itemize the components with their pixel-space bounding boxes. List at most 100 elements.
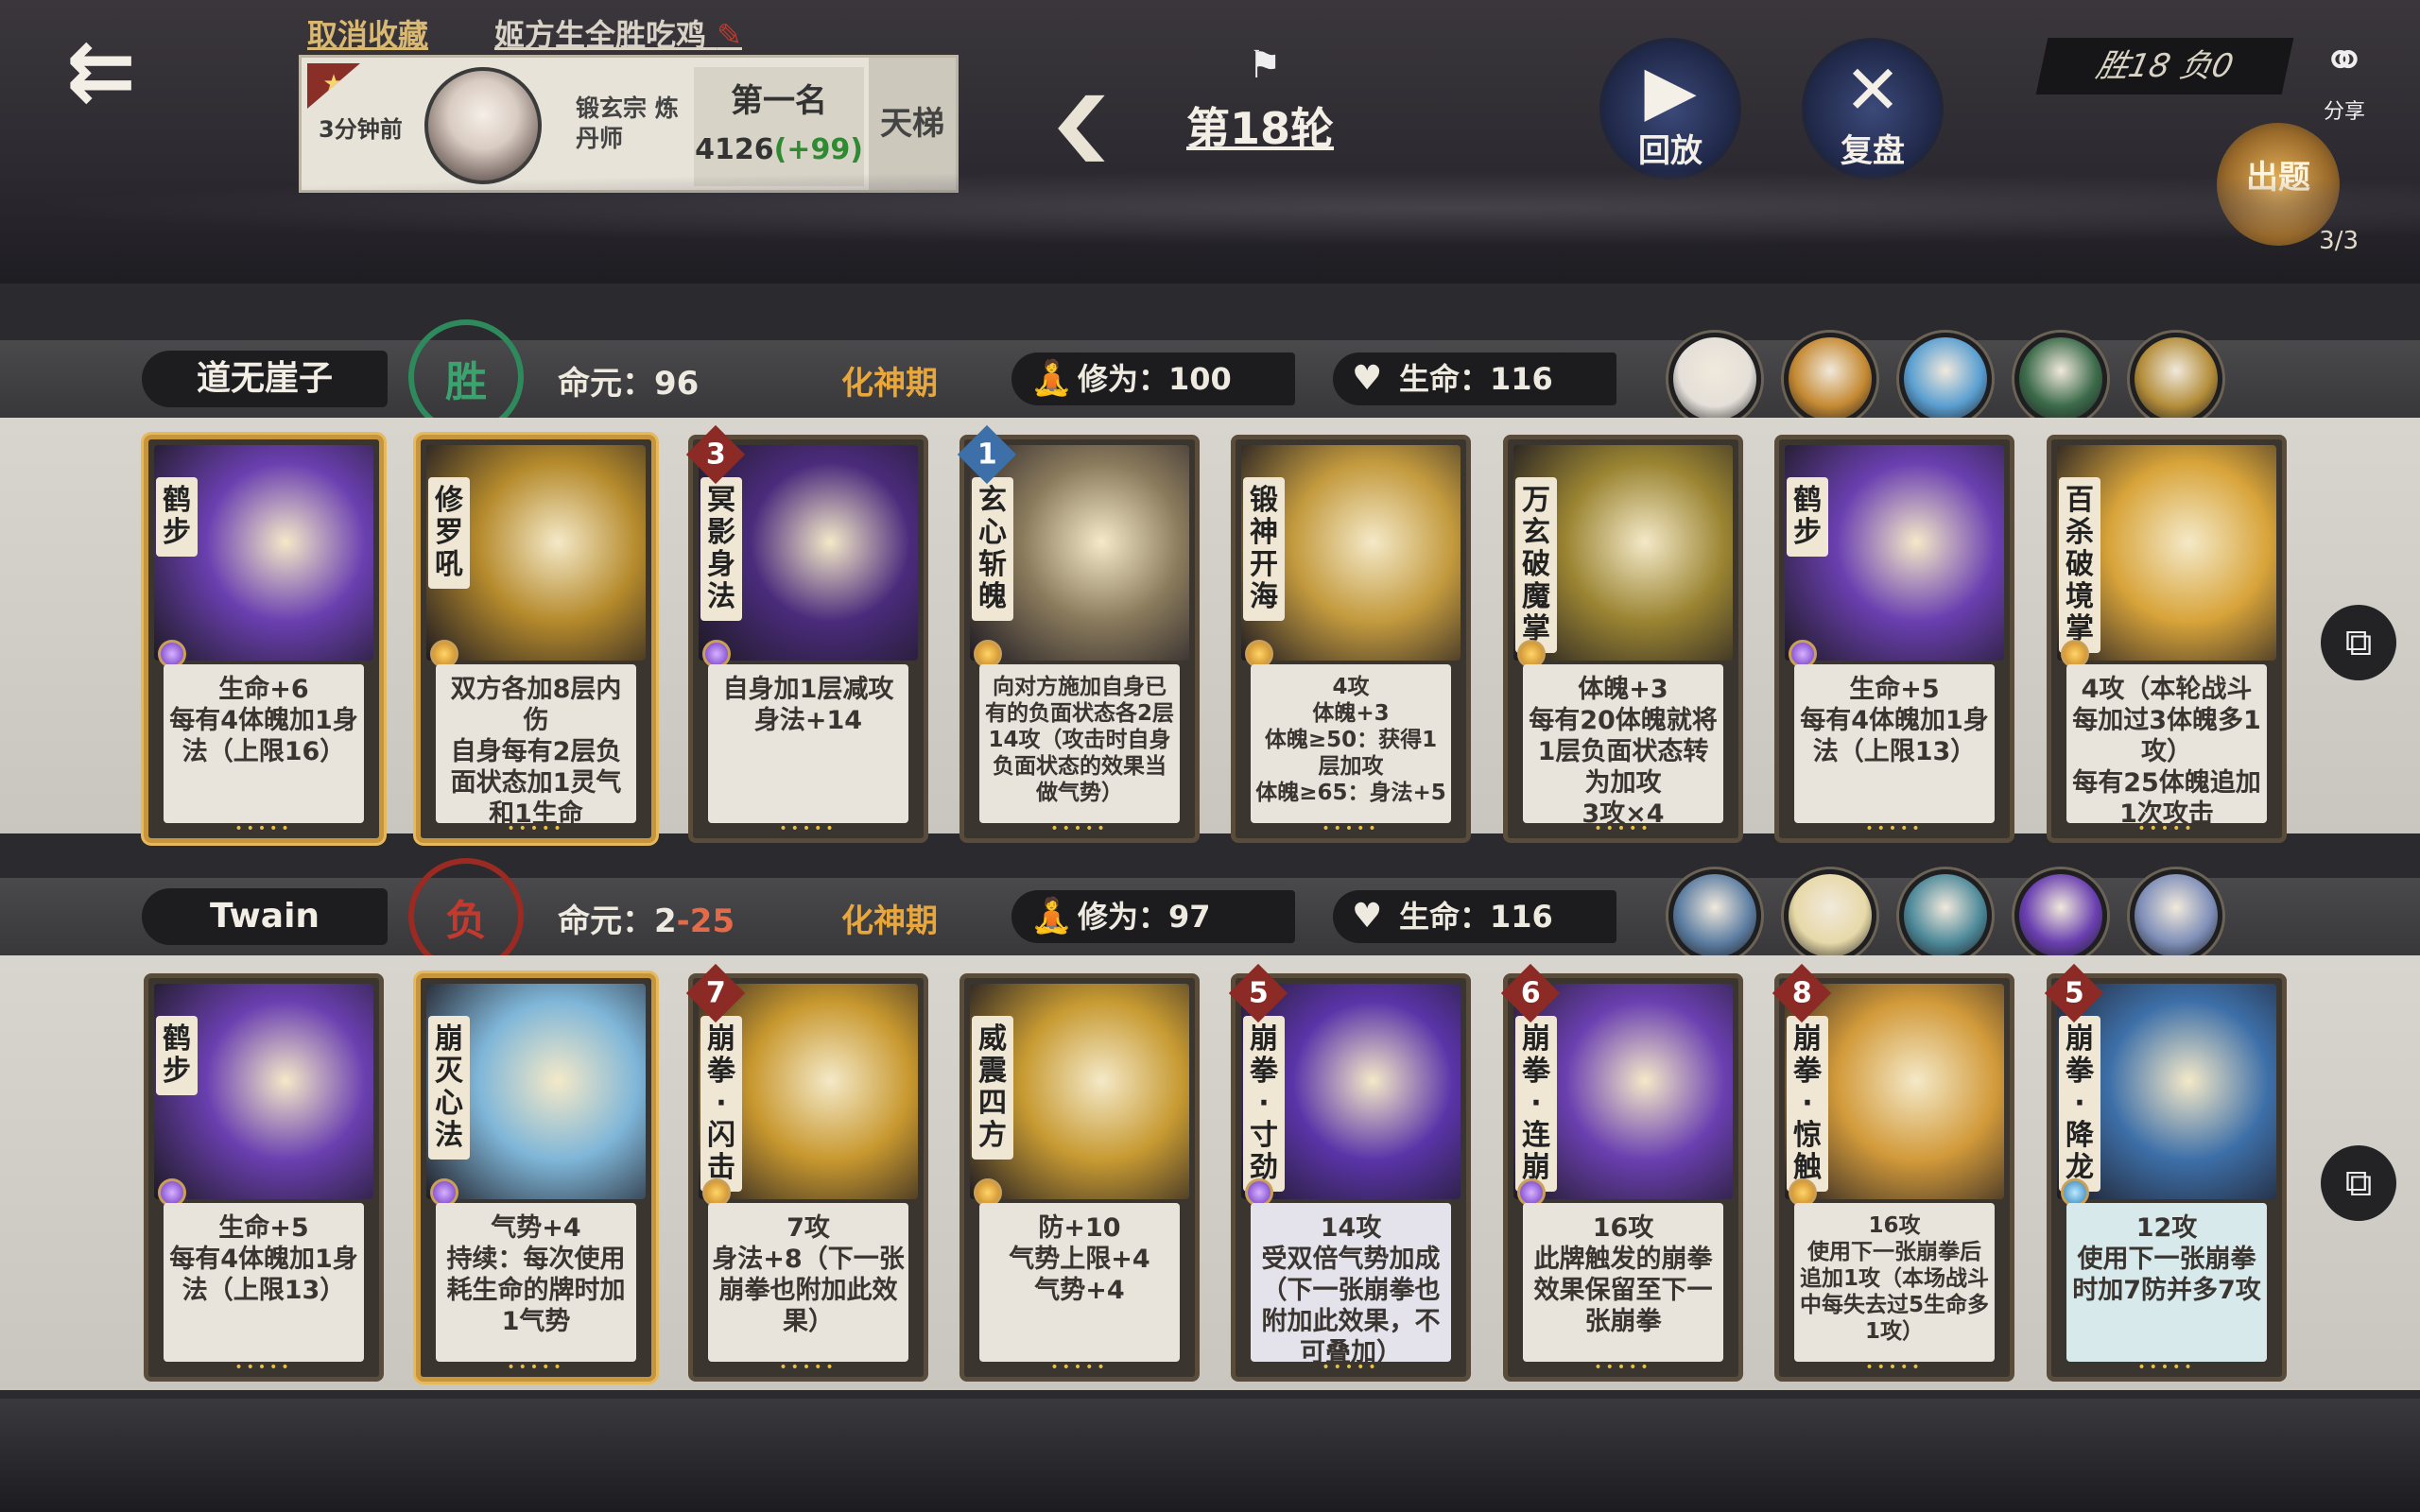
card[interactable]: 崩拳 · 连崩 6 16攻 此牌触发的崩拳效果保留至下一张崩拳 ••••• <box>1500 963 1743 1382</box>
companion-avatar[interactable] <box>1899 333 1992 425</box>
card-description: 向对方施加自身已有的负面状态各2层 14攻（攻击时自身负面状态的效果当做气势） <box>979 664 1180 823</box>
card-description: 生命+6 每有4体魄加1身法（上限16） <box>164 664 364 823</box>
player2-hp-label: 生命： <box>1399 899 1491 935</box>
card-name: 冥影身法 <box>700 477 742 621</box>
card-name: 百杀破境掌 <box>2059 477 2100 653</box>
card-level-dots: ••••• <box>507 821 565 836</box>
companion-avatar[interactable] <box>1899 869 1992 962</box>
companion-avatar[interactable] <box>2014 333 2107 425</box>
card-cost: 5 <box>1248 976 1269 1009</box>
player1-life: 命元：96 <box>558 357 699 404</box>
card[interactable]: 万玄破魔掌体魄+3 每有20体魄就将1层负面状态转为加攻 3攻×4 ••••• <box>1503 435 1743 843</box>
card-level-dots: ••••• <box>1050 821 1109 836</box>
player2-life-value: 2 <box>654 902 677 940</box>
companion-avatar[interactable] <box>2130 333 2222 425</box>
player2-cult-label: 修为： <box>1078 899 1169 935</box>
companion-avatar[interactable] <box>1784 333 1876 425</box>
card[interactable]: 鹤步生命+6 每有4体魄加1身法（上限16） ••••• <box>144 435 384 843</box>
card-description: 双方各加8层内伤 自身每有2层负面状态加1灵气和1生命 <box>436 664 636 823</box>
card-name: 鹤步 <box>1787 477 1828 557</box>
card-level-dots: ••••• <box>1594 1360 1652 1375</box>
battle-time: 3分钟前 <box>319 116 403 143</box>
player1-hp: ♥ 生命：116 <box>1333 352 1616 405</box>
card[interactable]: 百杀破境掌 4攻（本轮战斗每加过3体魄多1攻） 每有25体魄追加1次攻击 ••••• <box>2047 435 2287 843</box>
card[interactable]: 崩灭心法气势+4 持续：每次使用耗生命的牌时加1气势 ••••• <box>416 973 656 1382</box>
companion-avatar[interactable] <box>1668 869 1761 962</box>
mode-ladder: 天梯 <box>869 58 956 190</box>
match-name-link[interactable]: 姬方生全胜吃鸡 ✎ <box>494 11 742 55</box>
replay-label: 回放 <box>1638 132 1703 170</box>
copy-deck-icon[interactable]: ⧉ <box>2321 605 2396 680</box>
player1-life-value: 96 <box>654 365 700 403</box>
card-description: 防+10 气势上限+4 气势+4 <box>979 1203 1180 1362</box>
card-description: 12攻 使用下一张崩拳时加7防并多7攻 <box>2066 1203 2267 1362</box>
card[interactable]: 崩拳 · 降龙 5 12攻 使用下一张崩拳时加7防并多7攻 ••••• <box>2044 963 2287 1382</box>
companion-avatar[interactable] <box>2130 869 2222 962</box>
card-level-dots: ••••• <box>1322 821 1380 836</box>
back-arrow-icon[interactable]: ⇇ <box>66 28 189 113</box>
card[interactable]: 威震四方防+10 气势上限+4 气势+4 ••••• <box>959 973 1200 1382</box>
card[interactable]: 修罗吼双方各加8层内伤 自身每有2层负面状态加1灵气和1生命 ••••• <box>416 435 656 843</box>
meditation-icon: 🧘 <box>1030 359 1073 398</box>
companion-avatar[interactable] <box>1784 869 1876 962</box>
card[interactable]: 玄心斩魄 1 向对方施加自身已有的负面状态各2层 14攻（攻击时自身负面状态的效果当… <box>957 424 1200 843</box>
card[interactable]: 崩拳 · 闪击 7 7攻 身法+8（下一张崩拳也附加此效果） ••••• <box>685 963 928 1382</box>
player1-companions <box>1668 333 2222 425</box>
round-label[interactable]: 第18轮 <box>1186 94 1334 157</box>
top-links: 取消收藏 姬方生全胜吃鸡 ✎ <box>307 11 742 55</box>
heart-icon: ♥ <box>1352 897 1383 936</box>
match-name-text: 姬方生全胜吃鸡 <box>494 17 707 53</box>
unfavorite-link[interactable]: 取消收藏 <box>307 11 428 55</box>
card-level-dots: ••••• <box>779 821 838 836</box>
player2-companions <box>1668 869 2222 962</box>
companion-avatar[interactable] <box>2014 869 2107 962</box>
score-number: 4126 <box>695 133 774 166</box>
card-name: 崩拳 · 闪击 <box>700 1016 742 1192</box>
player2-life: 命元：2-25 <box>558 895 735 941</box>
player1-hp-value: 116 <box>1490 361 1553 397</box>
card-cost: 7 <box>705 976 726 1009</box>
player2-name[interactable]: Twain <box>142 888 388 945</box>
player2-life-change: -25 <box>676 902 735 940</box>
player2-cultivation: 🧘 修为：97 <box>1011 890 1295 943</box>
score-delta: (+99) <box>773 133 863 166</box>
card-description: 7攻 身法+8（下一张崩拳也附加此效果） <box>708 1203 908 1362</box>
replay-button[interactable]: ▶ 回放 <box>1599 38 1741 180</box>
companion-avatar[interactable] <box>1668 333 1761 425</box>
card-level-dots: ••••• <box>507 1360 565 1375</box>
battle-info-card[interactable]: ★ 3分钟前 锻玄宗 炼丹师 第一名 4126(+99) 天梯 <box>299 55 959 193</box>
rank-label: 第一名 <box>731 82 827 120</box>
quiz-button[interactable]: 出题 3/3 <box>2217 123 2359 255</box>
card-cost: 1 <box>977 438 997 471</box>
card[interactable]: 崩拳 · 寸劲 5 14攻 受双倍气势加成（下一张崩拳也附加此效果，不可叠加） ••••• <box>1228 963 1471 1382</box>
pencil-icon[interactable]: ✎ <box>717 17 742 53</box>
share-label: 分享 <box>2323 100 2365 124</box>
card-cost: 8 <box>1791 976 1812 1009</box>
card-name: 修罗吼 <box>428 477 470 589</box>
previous-round-arrow-icon[interactable]: ❮ <box>1046 90 1117 156</box>
player2-hp-value: 116 <box>1490 899 1553 935</box>
card[interactable]: 崩拳 · 惊触 8 16攻 使用下一张崩拳后追加1攻（本场战斗中每失去过5生命多1攻） •… <box>1772 963 2014 1382</box>
review-button[interactable]: ✕ 复盘 <box>1802 38 1944 180</box>
card[interactable]: 鹤步生命+5 每有4体魄加1身法（上限13） ••••• <box>144 973 384 1382</box>
player1-name[interactable]: 道无崖子 <box>142 351 388 407</box>
card-name: 崩拳 · 降龙 <box>2059 1016 2100 1192</box>
player1-hp-label: 生命： <box>1399 361 1491 397</box>
star-icon: ★ <box>307 63 360 109</box>
player2-cult-value: 97 <box>1168 899 1211 935</box>
share-button[interactable]: ⚭ 分享 <box>2297 28 2392 124</box>
copy-deck-icon[interactable]: ⧉ <box>2321 1145 2396 1221</box>
footer-bar <box>0 1399 2420 1512</box>
card[interactable]: 锻神开海 4攻 体魄+3 体魄≥50：获得1层加攻 体魄≥65：身法+5 ••••• <box>1231 435 1471 843</box>
card[interactable]: 鹤步生命+5 每有4体魄加1身法（上限13） ••••• <box>1774 435 2014 843</box>
card[interactable]: 冥影身法 3 自身加1层减攻 身法+14 ••••• <box>685 424 928 843</box>
player2-life-label: 命元： <box>558 902 654 940</box>
meditation-icon: 🧘 <box>1030 897 1073 936</box>
win-loss-record: 胜18 负0 <box>2035 38 2294 94</box>
player-avatar[interactable] <box>424 67 542 184</box>
card-cost: 6 <box>1520 976 1541 1009</box>
card-cost: 5 <box>2064 976 2084 1009</box>
card-description: 4攻（本轮战斗每加过3体魄多1攻） 每有25体魄追加1次攻击 <box>2066 664 2267 823</box>
card-level-dots: ••••• <box>779 1360 838 1375</box>
card-name: 崩拳 · 连崩 <box>1515 1016 1557 1192</box>
